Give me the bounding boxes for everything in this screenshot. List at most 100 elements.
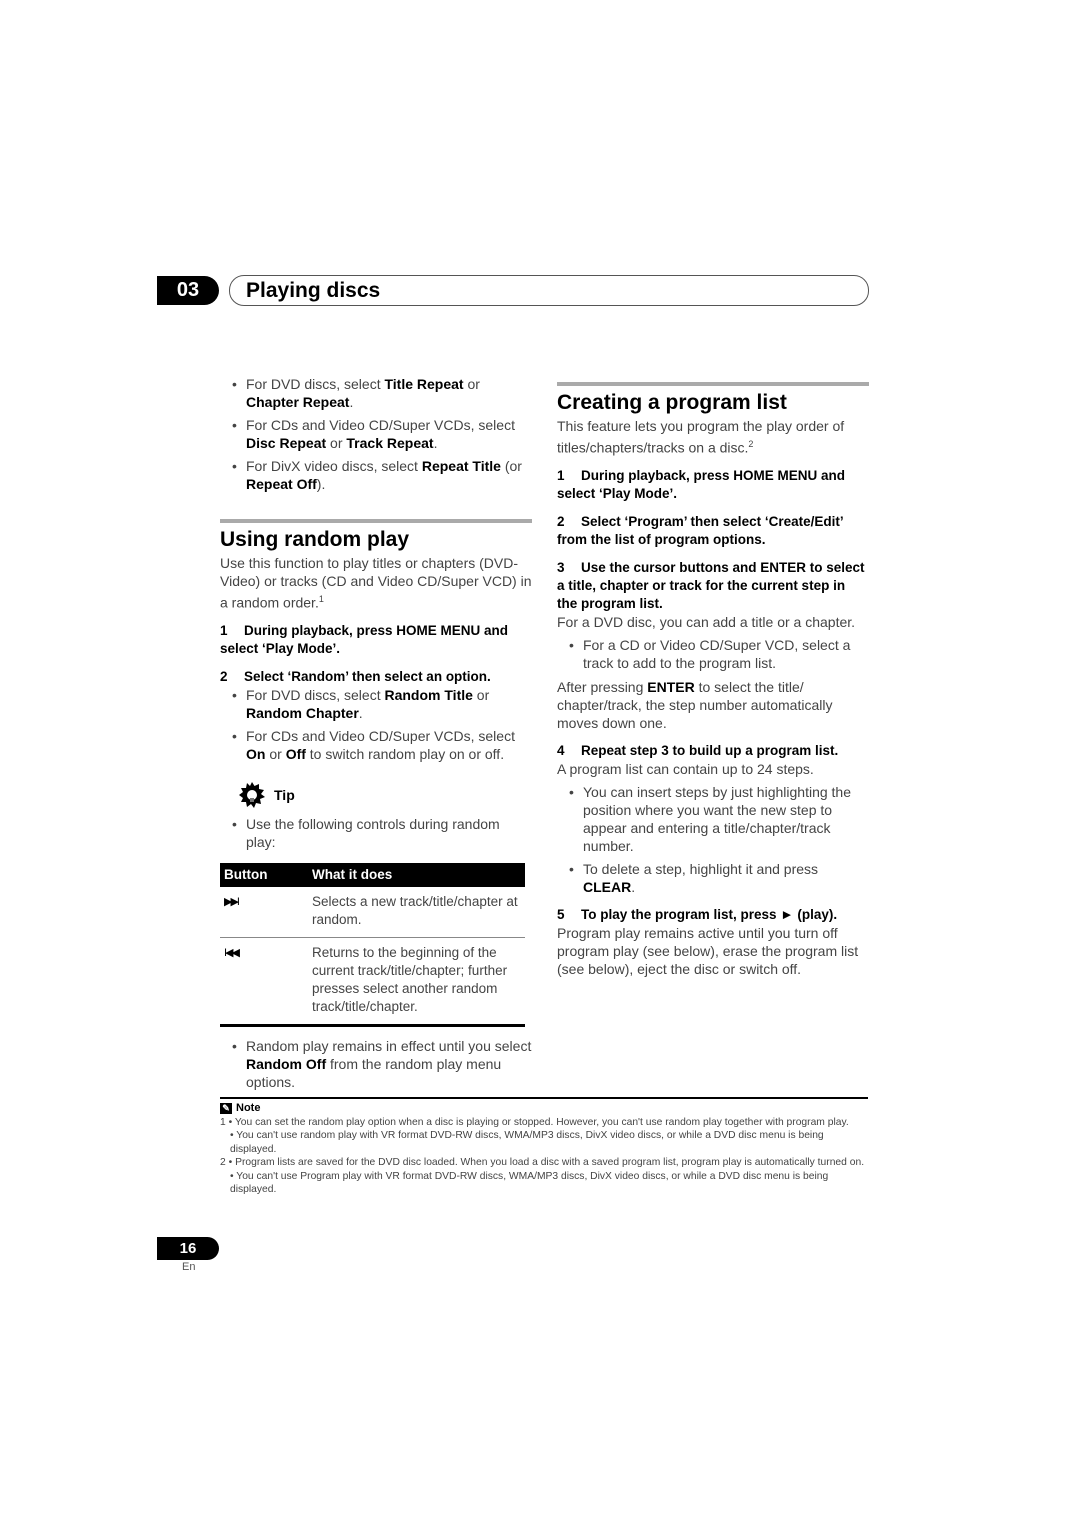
lightbulb-icon [239,781,265,808]
chapter-title: Playing discs [246,279,381,302]
option-name: Random Chapter [246,704,359,721]
step-2: 2 Select ‘Program’ then select ‘Create/Ed… [557,513,869,549]
step-text: Select ‘Program’ then select ‘Create/Edi… [557,513,843,547]
step-1: 1 During playback, press HOME MENU and se… [557,467,869,503]
text: . [433,435,438,451]
text: For CDs and Video CD/Super VCDs, select [246,727,515,744]
table-cell: Selects a new track/title/chapter at ran… [312,893,518,927]
text: . [358,704,363,721]
step-5-body: Program play remains active until you tu… [557,924,859,977]
left-column: For DVD discs, select Title Repeat or Ch… [220,375,532,1096]
text: Random play remains in effect until you … [246,1037,532,1054]
text: This feature lets you program the play o… [557,418,845,456]
table-row: ▶▶I Selects a new track/title/chapter at… [220,887,525,938]
step-number: 1 [557,467,565,483]
text: ). [316,476,326,492]
footnotes: ✎ Note 1 • You can set the random play o… [220,1097,868,1197]
list-item: For CDs and Video CD/Super VCDs, select … [220,416,532,452]
section-title: Using random play [220,528,410,551]
next-track-icon: ▶▶I [224,895,240,908]
step-2: 2 Select ‘Random’ then select an option. [220,668,532,686]
option-name: Random Off [246,1055,327,1072]
page-language: En [182,1261,196,1273]
step-number: 2 [220,668,228,684]
step-text: To play the program list, press ► (play)… [581,906,838,922]
page-number: 16 [157,1237,219,1260]
footnote-ref[interactable]: 1 [319,594,324,604]
list-item: For a CD or Video CD/Super VCD, select a… [557,636,869,672]
section-divider [557,382,869,386]
table-header: Button What it does [220,862,525,887]
section-divider [220,519,532,523]
option-name: Chapter Repeat [246,394,350,410]
list-item: For DivX video discs, select Repeat Titl… [220,457,532,493]
text: or [326,435,347,451]
key-name: ENTER [647,678,695,695]
footnote-number: 2 [220,1157,226,1168]
step-3: 3 Use the cursor buttons and ENTER to sel… [557,559,869,613]
section-intro: This feature lets you program the play o… [557,417,869,457]
text: For DVD discs, select [246,376,385,392]
step-number: 2 [557,513,565,529]
step-3-body: For a DVD disc, you can add a title or a… [557,613,856,630]
tip-label: Tip [274,786,295,803]
list-item: Use the following controls during random… [220,815,532,851]
list-item: For DVD discs, select Title Repeat or Ch… [220,375,532,411]
section-intro: Use this function to play titles or chap… [220,554,532,612]
step-4: 4 Repeat step 3 to build up a program lis… [557,742,869,760]
text: After pressing [557,678,648,695]
option-name: Off [285,745,306,762]
option-name: Random Title [384,686,473,703]
option-name: Disc Repeat [246,435,327,451]
list-item: To delete a step, highlight it and press… [557,860,869,896]
chapter-number: 03 [157,276,219,305]
note-label: Note [236,1102,261,1114]
footnote-text: • You can set the random play option whe… [228,1116,849,1128]
step-text: Repeat step 3 to build up a program list… [581,742,839,758]
key-name: CLEAR [583,878,632,895]
tip-heading: Tip [238,781,532,809]
footnote-2-cont: • You can't use Program play with VR for… [230,1170,829,1196]
footnote-text: • Program lists are saved for the DVD di… [228,1157,865,1168]
column-header: Button [224,866,268,882]
list-item: For CDs and Video CD/Super VCDs, select … [220,727,532,763]
footnote-1-cont: • You can't use random play with VR form… [230,1130,824,1155]
step-text: Select ‘Random’ then select an option. [244,668,491,684]
column-header: What it does [312,866,393,882]
text: Use this function to play titles or chap… [220,555,532,611]
step-5: 5 To play the program list, press ► (play… [557,906,869,924]
option-name: Repeat Title [421,458,501,474]
text: . [631,878,636,895]
section-title: Creating a program list [557,391,787,414]
step-4-body: A program list can contain up to 24 step… [557,760,814,777]
text: To delete a step, highlight it and press [583,860,819,877]
option-name: Repeat Off [246,476,317,492]
option-name: Title Repeat [384,376,464,392]
footnote-1: 1 • You can set the random play option w… [220,1116,868,1130]
right-column: Creating a program list This feature let… [557,382,869,978]
text: or [463,376,480,392]
step-text: During playback, press HOME MENU and sel… [220,622,509,656]
step-number: 3 [557,559,565,575]
previous-track-icon: I◀◀ [224,946,240,959]
text: (or [500,458,522,474]
footnote-ref[interactable]: 2 [748,439,753,449]
text: For CDs and Video CD/Super VCDs, select [246,417,515,433]
controls-table: Button What it does ▶▶I Selects a new tr… [220,862,525,1027]
text: . [349,394,354,410]
list-item: For DVD discs, select Random Title or Ra… [220,686,532,722]
text: or [265,745,286,762]
note-heading: ✎ Note [220,1102,868,1116]
table-row: I◀◀ Returns to the beginning of the curr… [220,938,525,1027]
repeat-options-list: For DVD discs, select Title Repeat or Ch… [220,375,532,493]
step-number: 1 [220,622,228,638]
list-item: Random play remains in effect until you … [220,1037,532,1091]
step-text: Use the cursor buttons and ENTER to sele… [557,559,865,611]
list-item: You can insert steps by just highlightin… [557,783,869,855]
footnote-2: 2 • Program lists are saved for the DVD … [220,1156,868,1170]
step-1: 1 During playback, press HOME MENU and se… [220,622,532,658]
text: to switch random play on or off. [305,745,505,762]
text: or [472,686,490,703]
footnote-number: 1 [220,1116,226,1128]
text: For DivX video discs, select [246,458,422,474]
